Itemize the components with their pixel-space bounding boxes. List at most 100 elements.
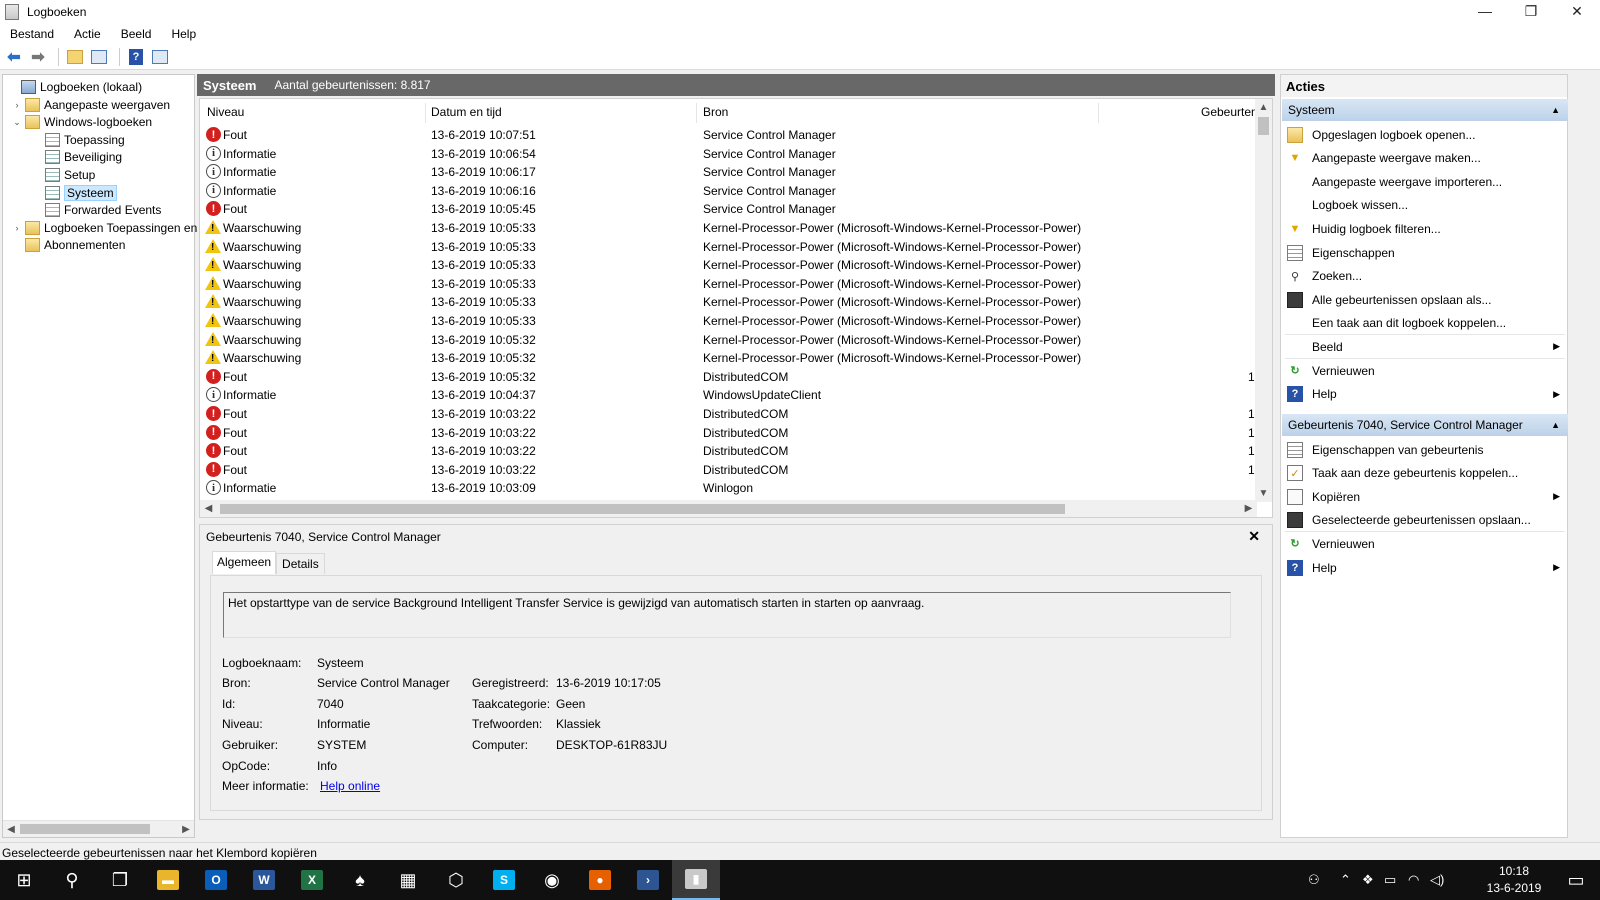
actions-section-header[interactable]: Systeem ▲ bbox=[1282, 99, 1568, 121]
firefox-icon[interactable]: ● bbox=[576, 860, 624, 900]
3d-builder-icon[interactable]: ⬡ bbox=[432, 860, 480, 900]
column-header-event[interactable]: Gebeurten bbox=[1201, 105, 1258, 119]
maximize-button[interactable]: ❐ bbox=[1508, 0, 1554, 22]
outlook-icon[interactable]: O bbox=[192, 860, 240, 900]
table-row[interactable]: ! Waarschuwing 13-6-2019 10:05:33 Kernel-Pr… bbox=[200, 256, 1256, 275]
table-row[interactable]: ! Waarschuwing 13-6-2019 10:05:33 Kernel-Pr… bbox=[200, 293, 1256, 312]
action-item[interactable]: Logboek wissen... bbox=[1282, 194, 1568, 217]
tree-item[interactable]: Abonnementen bbox=[11, 236, 125, 254]
skype-icon[interactable]: S bbox=[480, 860, 528, 900]
table-row[interactable]: ! Waarschuwing 13-6-2019 10:05:33 Kernel-Pr… bbox=[200, 238, 1256, 257]
action-item[interactable]: Alle gebeurtenissen opslaan als... bbox=[1282, 288, 1568, 311]
event-viewer-icon[interactable]: ▮ bbox=[672, 860, 720, 900]
camera-icon[interactable]: ◉ bbox=[528, 860, 576, 900]
table-row[interactable]: i Informatie 13-6-2019 10:04:37 WindowsUpda… bbox=[200, 386, 1256, 405]
tree-item[interactable]: Logboeken (lokaal) bbox=[7, 78, 142, 96]
table-row[interactable]: ! Fout 13-6-2019 10:03:22 DistributedCOM 1 bbox=[200, 405, 1256, 424]
column-header-source[interactable]: Bron bbox=[703, 105, 728, 119]
table-row[interactable]: ! Fout 13-6-2019 10:05:45 Service Control M… bbox=[200, 200, 1256, 219]
scroll-thumb[interactable] bbox=[220, 504, 1065, 514]
table-row[interactable]: ! Fout 13-6-2019 10:03:22 DistributedCOM 1 bbox=[200, 442, 1256, 461]
action-item[interactable]: Opgeslagen logboek openen... bbox=[1282, 123, 1568, 146]
action-item[interactable]: Eigenschappen van gebeurtenis bbox=[1282, 438, 1568, 461]
action-item[interactable]: ↻ Vernieuwen bbox=[1282, 359, 1568, 382]
action-item[interactable]: ↻ Vernieuwen bbox=[1282, 532, 1568, 555]
expand-icon[interactable]: › bbox=[11, 223, 23, 233]
back-arrow-icon[interactable]: ⬅ bbox=[4, 47, 24, 67]
people-icon[interactable]: ⚇ bbox=[1308, 860, 1320, 900]
show-hide-action-pane-icon[interactable] bbox=[150, 47, 170, 67]
tree-item[interactable]: Setup bbox=[43, 166, 95, 184]
scroll-up-icon[interactable]: ▲ bbox=[1255, 99, 1272, 116]
tree-item[interactable]: › Logboeken Toepassingen en bbox=[11, 219, 197, 237]
table-row[interactable]: ! Fout 13-6-2019 10:03:22 DistributedCOM 1 bbox=[200, 424, 1256, 443]
vertical-scrollbar[interactable]: ▲ ▼ bbox=[1255, 99, 1272, 502]
search-icon[interactable]: ⚲ bbox=[48, 860, 96, 900]
table-row[interactable]: ! Waarschuwing 13-6-2019 10:05:33 Kernel-Pr… bbox=[200, 312, 1256, 331]
actions-section-header[interactable]: Gebeurtenis 7040, Service Control Manage… bbox=[1282, 414, 1568, 436]
tab-details[interactable]: Details bbox=[276, 553, 325, 574]
action-item[interactable]: ✓ Taak aan deze gebeurtenis koppelen... bbox=[1282, 462, 1568, 485]
minimize-button[interactable]: — bbox=[1462, 0, 1508, 22]
close-button[interactable]: ✕ bbox=[1554, 0, 1600, 22]
horizontal-scrollbar[interactable]: ◀ ▶ bbox=[200, 500, 1257, 517]
excel-icon[interactable]: X bbox=[288, 860, 336, 900]
column-divider[interactable] bbox=[1098, 103, 1099, 123]
table-row[interactable]: ! Waarschuwing 13-6-2019 10:05:32 Kernel-Pr… bbox=[200, 331, 1256, 350]
table-row[interactable]: i Informatie 13-6-2019 10:06:17 Service Con… bbox=[200, 163, 1256, 182]
calculator-icon[interactable]: ▦ bbox=[384, 860, 432, 900]
table-row[interactable]: ! Fout 13-6-2019 10:05:32 DistributedCOM 1 bbox=[200, 368, 1256, 387]
tree-item[interactable]: ⌄ Windows-logboeken bbox=[11, 113, 152, 131]
table-row[interactable]: ! Waarschuwing 13-6-2019 10:05:33 Kernel-Pr… bbox=[200, 275, 1256, 294]
dropbox-icon[interactable]: ❖ bbox=[1362, 860, 1374, 900]
collapse-icon[interactable]: ▲ bbox=[1551, 420, 1560, 430]
battery-icon[interactable]: ▭ bbox=[1384, 860, 1396, 900]
table-row[interactable]: i Informatie 13-6-2019 10:06:16 Service Con… bbox=[200, 182, 1256, 201]
action-item[interactable]: ▼ Huidig logboek filteren... bbox=[1282, 217, 1568, 240]
tree-item[interactable]: Systeem bbox=[43, 184, 117, 202]
powershell-icon[interactable]: › bbox=[624, 860, 672, 900]
forward-arrow-icon[interactable]: ➡ bbox=[28, 47, 48, 67]
tree-item[interactable]: Beveiliging bbox=[43, 148, 122, 166]
menu-bestand[interactable]: Bestand bbox=[0, 27, 64, 41]
clock[interactable]: 10:18 13-6-2019 bbox=[1484, 863, 1544, 897]
show-hide-console-tree-icon[interactable] bbox=[89, 47, 109, 67]
help-online-link[interactable]: Help online bbox=[320, 779, 380, 793]
scroll-left-icon[interactable]: ◀ bbox=[3, 821, 19, 837]
collapse-icon[interactable]: ▲ bbox=[1551, 105, 1560, 115]
scroll-right-icon[interactable]: ▶ bbox=[178, 821, 194, 837]
scroll-down-icon[interactable]: ▼ bbox=[1255, 485, 1272, 502]
tree-horizontal-scrollbar[interactable]: ◀ ▶ bbox=[3, 820, 194, 837]
table-row[interactable]: i Informatie 13-6-2019 10:03:09 Winlogon bbox=[200, 479, 1256, 498]
chevron-up-icon[interactable]: ⌃ bbox=[1340, 860, 1351, 900]
column-divider[interactable] bbox=[425, 103, 426, 123]
word-icon[interactable]: W bbox=[240, 860, 288, 900]
scroll-right-icon[interactable]: ▶ bbox=[1240, 500, 1257, 517]
scroll-thumb[interactable] bbox=[20, 824, 150, 834]
action-item[interactable]: ? Help ▶ bbox=[1282, 556, 1568, 579]
action-item[interactable]: Eigenschappen bbox=[1282, 241, 1568, 264]
volume-icon[interactable]: ◁) bbox=[1430, 860, 1444, 900]
solitaire-icon[interactable]: ♠ bbox=[336, 860, 384, 900]
expand-icon[interactable]: › bbox=[11, 100, 23, 110]
wifi-icon[interactable]: ◠ bbox=[1408, 860, 1419, 900]
action-item[interactable]: ▼ Aangepaste weergave maken... bbox=[1282, 147, 1568, 170]
scroll-thumb[interactable] bbox=[1258, 117, 1269, 135]
table-row[interactable]: ! Waarschuwing 13-6-2019 10:05:33 Kernel-Pr… bbox=[200, 219, 1256, 238]
file-explorer-icon[interactable]: ▬ bbox=[144, 860, 192, 900]
column-header-datetime[interactable]: Datum en tijd bbox=[431, 105, 502, 119]
start-button[interactable]: ⊞ bbox=[0, 860, 48, 900]
table-row[interactable]: ! Fout 13-6-2019 10:07:51 Service Control M… bbox=[200, 126, 1256, 145]
folder-up-icon[interactable] bbox=[65, 47, 85, 67]
task-view-icon[interactable]: ❐ bbox=[96, 860, 144, 900]
notification-center-icon[interactable]: ▭ bbox=[1552, 860, 1600, 900]
tree-item[interactable]: Forwarded Events bbox=[43, 201, 161, 219]
tree-item[interactable]: Toepassing bbox=[43, 131, 125, 149]
action-item[interactable]: Een taak aan dit logboek koppelen... bbox=[1282, 312, 1568, 335]
collapse-icon[interactable]: ⌄ bbox=[11, 117, 23, 128]
tab-algemeen[interactable]: Algemeen bbox=[212, 551, 277, 574]
tree-item[interactable]: › Aangepaste weergaven bbox=[11, 96, 170, 114]
menu-beeld[interactable]: Beeld bbox=[111, 27, 162, 41]
action-item[interactable]: Beeld ▶ bbox=[1282, 335, 1568, 358]
event-message[interactable]: Het opstarttype van de service Backgroun… bbox=[223, 592, 1231, 638]
